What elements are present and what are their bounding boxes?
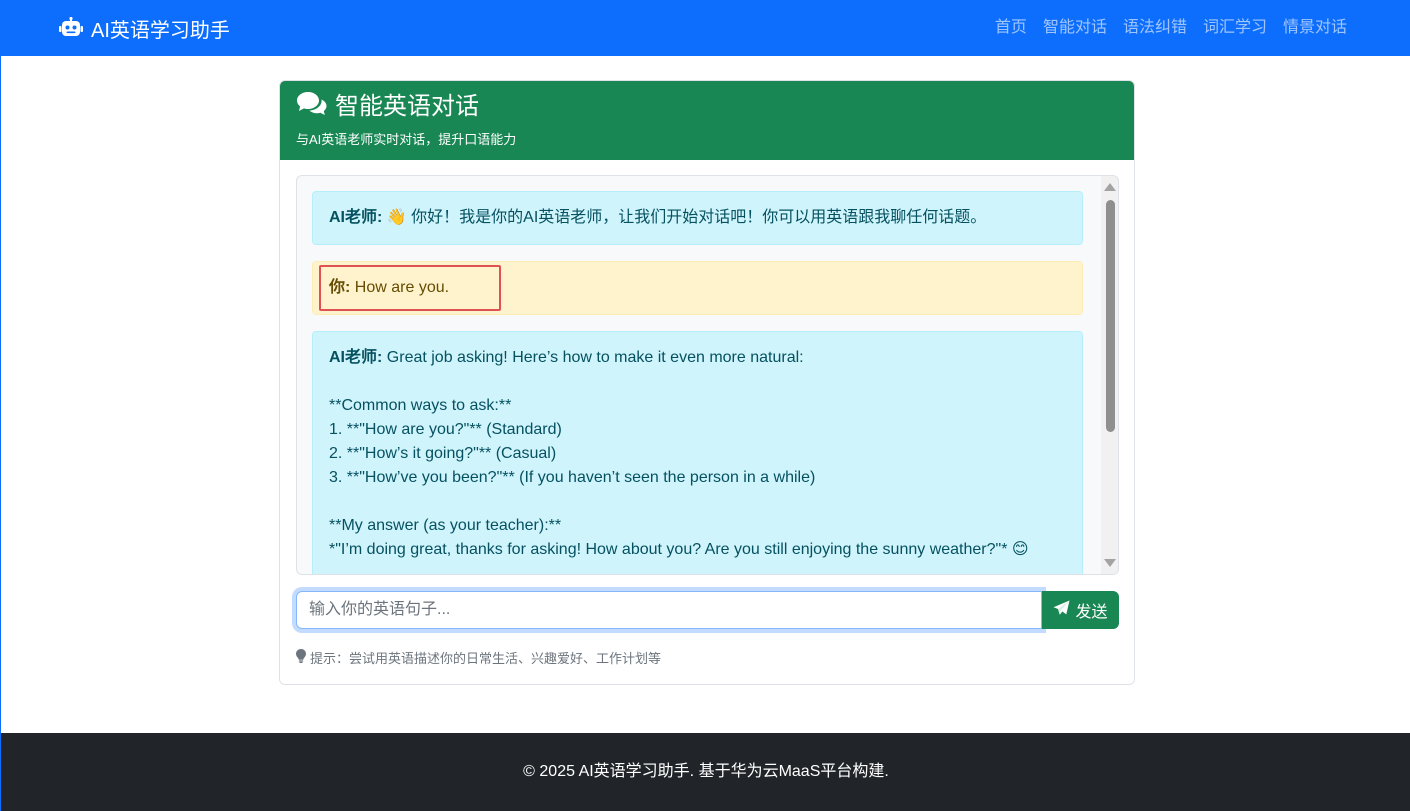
scroll-down-arrow-icon[interactable] — [1104, 559, 1116, 567]
robot-icon — [59, 17, 83, 39]
footer: © 2025 AI英语学习助手. 基于华为云MaaS平台构建. — [1, 733, 1410, 811]
nav-link-scenario[interactable]: 情景对话 — [1283, 16, 1347, 40]
scroll-up-arrow-icon[interactable] — [1104, 183, 1116, 191]
chat-messages-panel[interactable]: AI老师: 👋 你好！我是你的AI英语老师，让我们开始对话吧！你可以用英语跟我聊… — [296, 175, 1119, 575]
message-speaker: AI老师: — [329, 209, 383, 226]
nav-link-chat[interactable]: 智能对话 — [1043, 16, 1107, 40]
nav-link-grammar[interactable]: 语法纠错 — [1123, 16, 1187, 40]
hint-label: 提示：尝试用英语描述你的日常生活、兴趣爱好、工作计划等 — [310, 651, 662, 666]
send-button[interactable]: 发送 — [1042, 591, 1119, 629]
card-title: 智能英语对话 — [296, 90, 479, 124]
lightbulb-icon — [296, 649, 306, 666]
message-text: Great job asking! Here’s how to make it … — [329, 349, 1029, 558]
ai-message: AI老师: 👋 你好！我是你的AI英语老师，让我们开始对话吧！你可以用英语跟我聊… — [312, 191, 1083, 245]
message-input[interactable] — [296, 591, 1042, 629]
brand-text: AI英语学习助手 — [91, 19, 230, 42]
nav-link-home[interactable]: 首页 — [995, 16, 1027, 40]
user-message: 你: How are you. — [312, 261, 1083, 315]
brand-link[interactable]: AI英语学习助手 — [59, 14, 230, 42]
message-text: 👋 你好！我是你的AI英语老师，让我们开始对话吧！你可以用英语跟我聊任何话题。 — [382, 209, 987, 226]
message-list: AI老师: 👋 你好！我是你的AI英语老师，让我们开始对话吧！你可以用英语跟我聊… — [312, 191, 1083, 574]
ai-message: AI老师: Great job asking! Here’s how to ma… — [312, 331, 1083, 574]
footer-text: © 2025 AI英语学习助手. 基于华为云MaaS平台构建. — [523, 763, 889, 780]
hint-text: 提示：尝试用英语描述你的日常生活、兴趣爱好、工作计划等 — [296, 648, 661, 667]
message-speaker: AI老师: — [329, 349, 383, 366]
highlight-box — [319, 265, 501, 311]
nav-link-vocabulary[interactable]: 词汇学习 — [1203, 16, 1267, 40]
card-header: 智能英语对话 与AI英语老师实时对话，提升口语能力 — [280, 81, 1134, 160]
card-title-text: 智能英语对话 — [335, 93, 479, 120]
comments-icon — [296, 90, 328, 124]
paper-plane-icon — [1053, 600, 1070, 621]
message-input-group: 发送 — [296, 591, 1119, 629]
nav-links: 首页 智能对话 语法纠错 词汇学习 情景对话 — [995, 16, 1347, 40]
card-subtitle: 与AI英语老师实时对话，提升口语能力 — [296, 132, 517, 147]
scrollbar[interactable] — [1101, 176, 1118, 574]
navbar: AI英语学习助手 首页 智能对话 语法纠错 词汇学习 情景对话 — [1, 0, 1410, 56]
chat-card: 智能英语对话 与AI英语老师实时对话，提升口语能力 AI老师: 👋 你好！我是你… — [279, 80, 1135, 685]
send-button-label: 发送 — [1075, 604, 1108, 621]
scrollbar-thumb[interactable] — [1106, 200, 1115, 432]
